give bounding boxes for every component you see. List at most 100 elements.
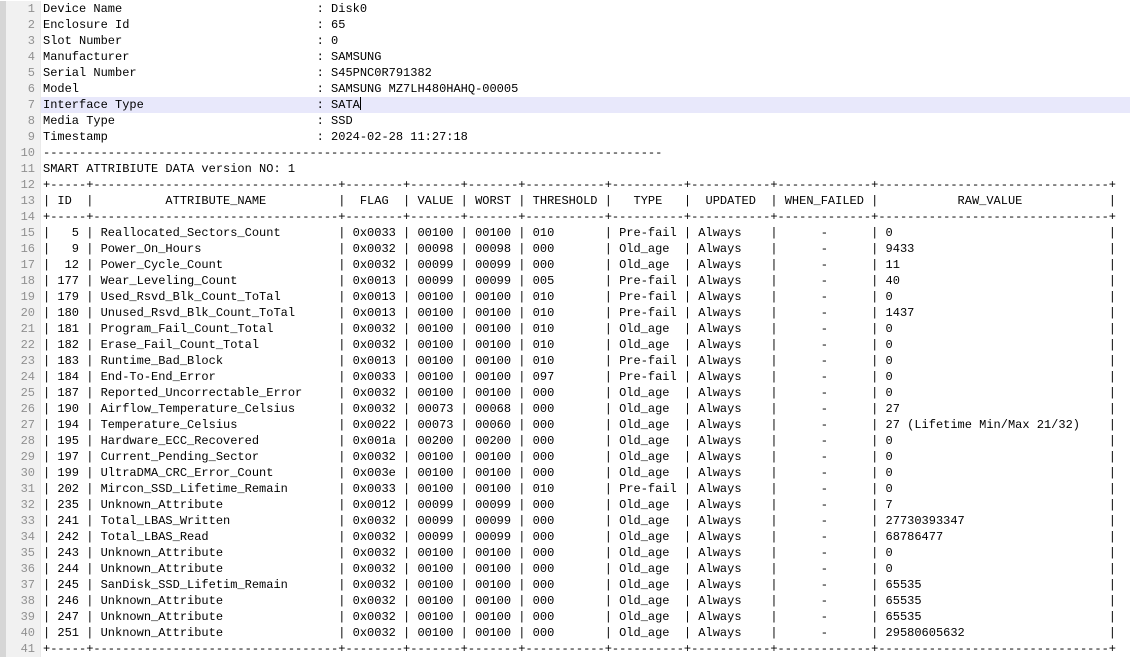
line-text: | 9 | Power_On_Hours | 0x0032 | 00098 | … bbox=[41, 241, 1130, 257]
line-text: | 243 | Unknown_Attribute | 0x0032 | 001… bbox=[41, 545, 1130, 561]
line-text: +-----+---------------------------------… bbox=[41, 209, 1130, 225]
line-number[interactable]: 37 bbox=[0, 577, 41, 593]
editor-line[interactable]: 32| 235 | Unknown_Attribute | 0x0012 | 0… bbox=[0, 497, 1130, 513]
line-number[interactable]: 17 bbox=[0, 257, 41, 273]
line-number[interactable]: 9 bbox=[0, 129, 41, 145]
line-number[interactable]: 41 bbox=[0, 641, 41, 657]
editor-line[interactable]: 3Slot Number : 0 bbox=[0, 33, 1130, 49]
editor-line[interactable]: 6Model : SAMSUNG MZ7LH480HAHQ-00005 bbox=[0, 81, 1130, 97]
editor-line[interactable]: 29| 197 | Current_Pending_Sector | 0x003… bbox=[0, 449, 1130, 465]
line-text: | 242 | Total_LBAS_Read | 0x0032 | 00099… bbox=[41, 529, 1130, 545]
editor-line[interactable]: 9Timestamp : 2024-02-28 11:27:18 bbox=[0, 129, 1130, 145]
editor-line[interactable]: 35| 243 | Unknown_Attribute | 0x0032 | 0… bbox=[0, 545, 1130, 561]
editor-line[interactable]: 26| 190 | Airflow_Temperature_Celsius | … bbox=[0, 401, 1130, 417]
editor-line[interactable]: 15| 5 | Reallocated_Sectors_Count | 0x00… bbox=[0, 225, 1130, 241]
editor-line[interactable]: 8Media Type : SSD bbox=[0, 113, 1130, 129]
editor-line[interactable]: 19| 179 | Used_Rsvd_Blk_Count_ToTal | 0x… bbox=[0, 289, 1130, 305]
editor-line[interactable]: 28| 195 | Hardware_ECC_Recovered | 0x001… bbox=[0, 433, 1130, 449]
line-number[interactable]: 32 bbox=[0, 497, 41, 513]
line-number[interactable]: 21 bbox=[0, 321, 41, 337]
line-number[interactable]: 2 bbox=[0, 17, 41, 33]
line-number[interactable]: 30 bbox=[0, 465, 41, 481]
line-number[interactable]: 18 bbox=[0, 273, 41, 289]
line-number[interactable]: 36 bbox=[0, 561, 41, 577]
line-text: Device Name : Disk0 bbox=[41, 1, 1130, 17]
editor-line[interactable]: 12+-----+-------------------------------… bbox=[0, 177, 1130, 193]
line-number[interactable]: 5 bbox=[0, 65, 41, 81]
editor-line[interactable]: 16| 9 | Power_On_Hours | 0x0032 | 00098 … bbox=[0, 241, 1130, 257]
line-number[interactable]: 8 bbox=[0, 113, 41, 129]
editor-line[interactable]: 1Device Name : Disk0 bbox=[0, 1, 1130, 17]
editor-line[interactable]: 5Serial Number : S45PNC0R791382 bbox=[0, 65, 1130, 81]
editor-line[interactable]: 39| 247 | Unknown_Attribute | 0x0032 | 0… bbox=[0, 609, 1130, 625]
line-number[interactable]: 15 bbox=[0, 225, 41, 241]
line-number[interactable]: 38 bbox=[0, 593, 41, 609]
editor-line[interactable]: 33| 241 | Total_LBAS_Written | 0x0032 | … bbox=[0, 513, 1130, 529]
editor-line[interactable]: 10--------------------------------------… bbox=[0, 145, 1130, 161]
line-number[interactable]: 33 bbox=[0, 513, 41, 529]
line-number[interactable]: 13 bbox=[0, 193, 41, 209]
editor-line[interactable]: 2Enclosure Id : 65 bbox=[0, 17, 1130, 33]
line-number[interactable]: 19 bbox=[0, 289, 41, 305]
editor-line[interactable]: 37| 245 | SanDisk_SSD_Lifetim_Remain | 0… bbox=[0, 577, 1130, 593]
line-number[interactable]: 27 bbox=[0, 417, 41, 433]
editor-line[interactable]: 34| 242 | Total_LBAS_Read | 0x0032 | 000… bbox=[0, 529, 1130, 545]
line-number[interactable]: 14 bbox=[0, 209, 41, 225]
line-number[interactable]: 24 bbox=[0, 369, 41, 385]
editor-line[interactable]: 17| 12 | Power_Cycle_Count | 0x0032 | 00… bbox=[0, 257, 1130, 273]
line-text: Timestamp : 2024-02-28 11:27:18 bbox=[41, 129, 1130, 145]
editor-line[interactable]: 38| 246 | Unknown_Attribute | 0x0032 | 0… bbox=[0, 593, 1130, 609]
line-text: Enclosure Id : 65 bbox=[41, 17, 1130, 33]
editor-line[interactable]: 30| 199 | UltraDMA_CRC_Error_Count | 0x0… bbox=[0, 465, 1130, 481]
line-number[interactable]: 6 bbox=[0, 81, 41, 97]
editor-line[interactable]: 40| 251 | Unknown_Attribute | 0x0032 | 0… bbox=[0, 625, 1130, 641]
line-number[interactable]: 4 bbox=[0, 49, 41, 65]
line-number[interactable]: 22 bbox=[0, 337, 41, 353]
line-text: | 251 | Unknown_Attribute | 0x0032 | 001… bbox=[41, 625, 1130, 641]
line-number[interactable]: 3 bbox=[0, 33, 41, 49]
line-text: ----------------------------------------… bbox=[41, 145, 1130, 161]
editor-line[interactable]: 41+-----+-------------------------------… bbox=[0, 641, 1130, 657]
line-text: Media Type : SSD bbox=[41, 113, 1130, 129]
editor-line-active[interactable]: 7Interface Type : SATA bbox=[0, 97, 1130, 113]
line-number[interactable]: 26 bbox=[0, 401, 41, 417]
line-number[interactable]: 29 bbox=[0, 449, 41, 465]
line-text: | 5 | Reallocated_Sectors_Count | 0x0033… bbox=[41, 225, 1130, 241]
line-text: | ID | ATTRIBUTE_NAME | FLAG | VALUE | W… bbox=[41, 193, 1130, 209]
line-number[interactable]: 1 bbox=[0, 1, 41, 17]
line-number[interactable]: 11 bbox=[0, 161, 41, 177]
line-number[interactable]: 34 bbox=[0, 529, 41, 545]
line-text: | 181 | Program_Fail_Count_Total | 0x003… bbox=[41, 321, 1130, 337]
line-text: Slot Number : 0 bbox=[41, 33, 1130, 49]
editor-line[interactable]: 36| 244 | Unknown_Attribute | 0x0032 | 0… bbox=[0, 561, 1130, 577]
editor-line[interactable]: 24| 184 | End-To-End_Error | 0x0033 | 00… bbox=[0, 369, 1130, 385]
editor-line[interactable]: 25| 187 | Reported_Uncorrectable_Error |… bbox=[0, 385, 1130, 401]
line-number[interactable]: 35 bbox=[0, 545, 41, 561]
line-number[interactable]: 31 bbox=[0, 481, 41, 497]
line-number[interactable]: 23 bbox=[0, 353, 41, 369]
line-text: | 177 | Wear_Leveling_Count | 0x0013 | 0… bbox=[41, 273, 1130, 289]
editor-line[interactable]: 21| 181 | Program_Fail_Count_Total | 0x0… bbox=[0, 321, 1130, 337]
editor-line[interactable]: 14+-----+-------------------------------… bbox=[0, 209, 1130, 225]
line-number[interactable]: 20 bbox=[0, 305, 41, 321]
text-cursor bbox=[360, 97, 361, 110]
editor-line[interactable]: 18| 177 | Wear_Leveling_Count | 0x0013 |… bbox=[0, 273, 1130, 289]
line-number[interactable]: 25 bbox=[0, 385, 41, 401]
line-text: | 180 | Unused_Rsvd_Blk_Count_ToTal | 0x… bbox=[41, 305, 1130, 321]
editor-line[interactable]: 11SMART ATTRIBIUTE DATA version NO: 1 bbox=[0, 161, 1130, 177]
line-number[interactable]: 12 bbox=[0, 177, 41, 193]
line-number[interactable]: 10 bbox=[0, 145, 41, 161]
editor-line[interactable]: 23| 183 | Runtime_Bad_Block | 0x0013 | 0… bbox=[0, 353, 1130, 369]
editor-line[interactable]: 22| 182 | Erase_Fail_Count_Total | 0x003… bbox=[0, 337, 1130, 353]
line-number[interactable]: 28 bbox=[0, 433, 41, 449]
line-number[interactable]: 40 bbox=[0, 625, 41, 641]
line-number[interactable]: 16 bbox=[0, 241, 41, 257]
editor-line[interactable]: 31| 202 | Mircon_SSD_Lifetime_Remain | 0… bbox=[0, 481, 1130, 497]
editor-line[interactable]: 13| ID | ATTRIBUTE_NAME | FLAG | VALUE |… bbox=[0, 193, 1130, 209]
line-text: | 184 | End-To-End_Error | 0x0033 | 0010… bbox=[41, 369, 1130, 385]
line-number[interactable]: 39 bbox=[0, 609, 41, 625]
line-number[interactable]: 7 bbox=[0, 97, 41, 113]
editor-line[interactable]: 27| 194 | Temperature_Celsius | 0x0022 |… bbox=[0, 417, 1130, 433]
editor-line[interactable]: 4Manufacturer : SAMSUNG bbox=[0, 49, 1130, 65]
editor-line[interactable]: 20| 180 | Unused_Rsvd_Blk_Count_ToTal | … bbox=[0, 305, 1130, 321]
